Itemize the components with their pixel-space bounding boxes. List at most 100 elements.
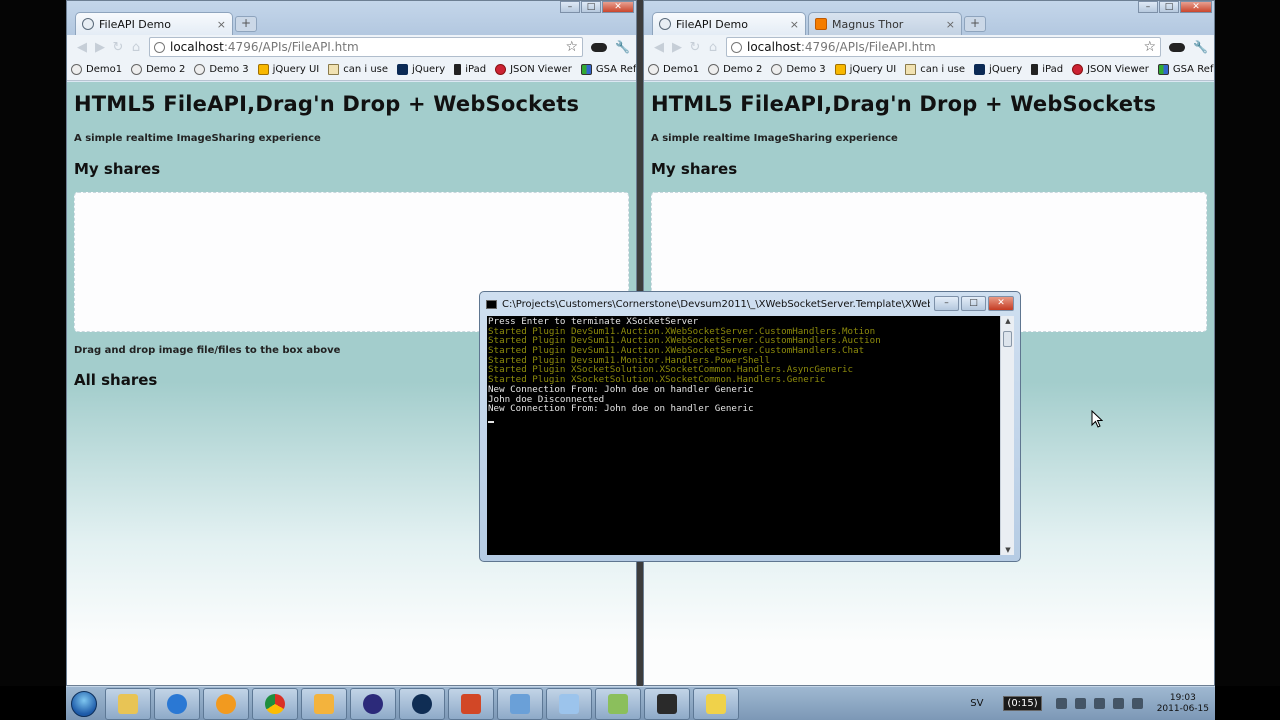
bookmark-jquery[interactable]: jQuery — [974, 64, 1022, 75]
tab-close-icon[interactable]: × — [946, 18, 955, 31]
my-shares-heading: My shares — [74, 160, 161, 178]
my-shares-heading: My shares — [651, 160, 738, 178]
home-icon[interactable]: ⌂ — [704, 40, 722, 55]
taskbar-media-player[interactable] — [203, 687, 249, 720]
taskbar-file-manager[interactable] — [595, 687, 641, 720]
scroll-up-icon[interactable]: ▲ — [1001, 317, 1015, 325]
media-center-icon — [412, 693, 432, 714]
page-info-icon[interactable] — [731, 41, 742, 53]
minimize-button[interactable]: – — [560, 1, 580, 13]
bookmark-label: Demo1 — [663, 64, 700, 75]
bookmark-demo2[interactable]: Demo 2 — [708, 64, 762, 75]
clock[interactable]: 19:03 2011-06-15 — [1157, 693, 1209, 715]
taskbar-remote-desktop[interactable] — [497, 687, 543, 720]
forward-icon[interactable]: ▶ — [668, 40, 686, 55]
taskbar-outlook[interactable] — [301, 687, 347, 720]
close-button[interactable]: ✕ — [988, 296, 1014, 311]
ipad-icon — [454, 64, 462, 75]
bookmark-demo2[interactable]: Demo 2 — [131, 64, 185, 75]
forward-icon[interactable]: ▶ — [91, 40, 109, 55]
bookmark-ipad[interactable]: iPad — [1031, 64, 1063, 75]
back-icon[interactable]: ◀ — [650, 40, 668, 55]
close-button[interactable]: ✕ — [1180, 1, 1212, 13]
scroll-thumb[interactable] — [1003, 331, 1012, 347]
wrench-menu-icon[interactable]: 🔧 — [615, 40, 630, 54]
taskbar-explorer[interactable] — [105, 687, 151, 720]
bookmark-gsa-ref[interactable]: GSA Ref — [1157, 64, 1213, 75]
console-title: C:\Projects\Customers\Cornerstone\Devsum… — [502, 298, 930, 310]
bookmark-can-i-use[interactable]: can i use — [328, 64, 388, 75]
url-host: localhost — [747, 40, 801, 54]
bookmark-gsa-ref[interactable]: GSA Ref — [580, 64, 636, 75]
bookmark-json-viewer[interactable]: JSON Viewer — [495, 64, 572, 75]
taskbar-internet-explorer[interactable] — [154, 687, 200, 720]
page-info-icon[interactable] — [154, 41, 165, 53]
maximize-button[interactable]: □ — [961, 296, 986, 311]
gsa-icon — [1157, 64, 1169, 75]
maximize-button[interactable]: □ — [581, 1, 601, 13]
tab-magnus-thor[interactable]: Magnus Thor × — [808, 12, 962, 35]
battery-indicator[interactable]: (0:15) — [1003, 696, 1042, 711]
globe-icon — [71, 64, 82, 75]
page-title: HTML5 FileAPI,Drag'n Drop + WebSockets — [651, 92, 1157, 116]
extension-glasses-icon[interactable] — [1169, 42, 1186, 52]
maximize-button[interactable]: □ — [1159, 1, 1179, 13]
taskbar-media-center[interactable] — [399, 687, 445, 720]
taskbar-star[interactable] — [693, 687, 739, 720]
console-window-controls: – □ ✕ — [932, 296, 1014, 311]
minimize-button[interactable]: – — [934, 296, 959, 311]
address-bar[interactable]: localhost:4796/APIs/FileAPI.htm ☆ — [149, 37, 584, 57]
new-tab-button[interactable]: + — [235, 16, 257, 32]
taskbar-paint[interactable] — [546, 687, 592, 720]
window-controls: – □ ✕ — [559, 1, 634, 13]
bookmark-demo3[interactable]: Demo 3 — [194, 64, 249, 75]
bookmark-label: Demo 3 — [786, 64, 826, 75]
bookmark-ipad[interactable]: iPad — [454, 64, 486, 75]
bookmark-star-icon[interactable]: ☆ — [565, 39, 578, 55]
tab-fileapi-demo[interactable]: FileAPI Demo × — [75, 12, 233, 35]
flag-icon[interactable] — [1093, 698, 1105, 709]
bookmark-demo1[interactable]: Demo1 — [71, 64, 122, 75]
minimize-button[interactable]: – — [1138, 1, 1158, 13]
browser-titlebar: FileAPI Demo × + – □ ✕ — [67, 1, 636, 35]
bookmark-label: can i use — [920, 64, 966, 75]
console-scrollbar[interactable]: ▲ ▼ — [1000, 316, 1014, 555]
bookmark-can-i-use[interactable]: can i use — [905, 64, 965, 75]
bookmark-jquery-ui[interactable]: jQuery UI — [257, 64, 319, 75]
extension-glasses-icon[interactable] — [591, 42, 608, 52]
reload-icon[interactable]: ↻ — [109, 40, 127, 55]
bookmark-star-icon[interactable]: ☆ — [1143, 39, 1156, 55]
tab-close-icon[interactable]: × — [217, 18, 226, 31]
reload-icon[interactable]: ↻ — [686, 40, 704, 55]
console-window: C:\Projects\Customers\Cornerstone\Devsum… — [479, 291, 1021, 562]
paint-brush-icon — [559, 693, 579, 714]
jquery-ui-icon — [834, 64, 846, 75]
home-icon[interactable]: ⌂ — [127, 40, 145, 55]
tab-fileapi-demo[interactable]: FileAPI Demo × — [652, 12, 806, 35]
new-tab-button[interactable]: + — [964, 16, 986, 32]
start-button[interactable] — [66, 688, 102, 720]
scroll-down-icon[interactable]: ▼ — [1001, 546, 1015, 554]
language-indicator[interactable]: SV — [970, 698, 983, 709]
taskbar-powerpoint[interactable] — [448, 687, 494, 720]
network-icon[interactable] — [1074, 698, 1086, 709]
close-button[interactable]: ✕ — [602, 1, 634, 13]
bookmark-demo1[interactable]: Demo1 — [648, 64, 699, 75]
volume-icon[interactable] — [1131, 698, 1143, 709]
info-icon[interactable] — [1055, 698, 1067, 709]
tab-close-icon[interactable]: × — [790, 18, 799, 31]
bookmark-jquery[interactable]: jQuery — [397, 64, 445, 75]
back-icon[interactable]: ◀ — [73, 40, 91, 55]
taskbar-camera[interactable] — [644, 687, 690, 720]
taskbar-chrome[interactable] — [252, 687, 298, 720]
bookmark-jquery-ui[interactable]: jQuery UI — [834, 64, 896, 75]
address-bar[interactable]: localhost:4796/APIs/FileAPI.htm ☆ — [726, 37, 1162, 57]
taskbar-visual-studio[interactable] — [350, 687, 396, 720]
bookmark-label: jQuery — [412, 64, 446, 75]
console-output[interactable]: Press Enter to terminate XSocketServer St… — [487, 316, 1000, 555]
bookmark-json-viewer[interactable]: JSON Viewer — [1072, 64, 1149, 75]
clock-time: 19:03 — [1169, 692, 1196, 703]
wrench-menu-icon[interactable]: 🔧 — [1193, 40, 1208, 54]
power-icon[interactable] — [1112, 698, 1124, 709]
bookmark-demo3[interactable]: Demo 3 — [771, 64, 826, 75]
